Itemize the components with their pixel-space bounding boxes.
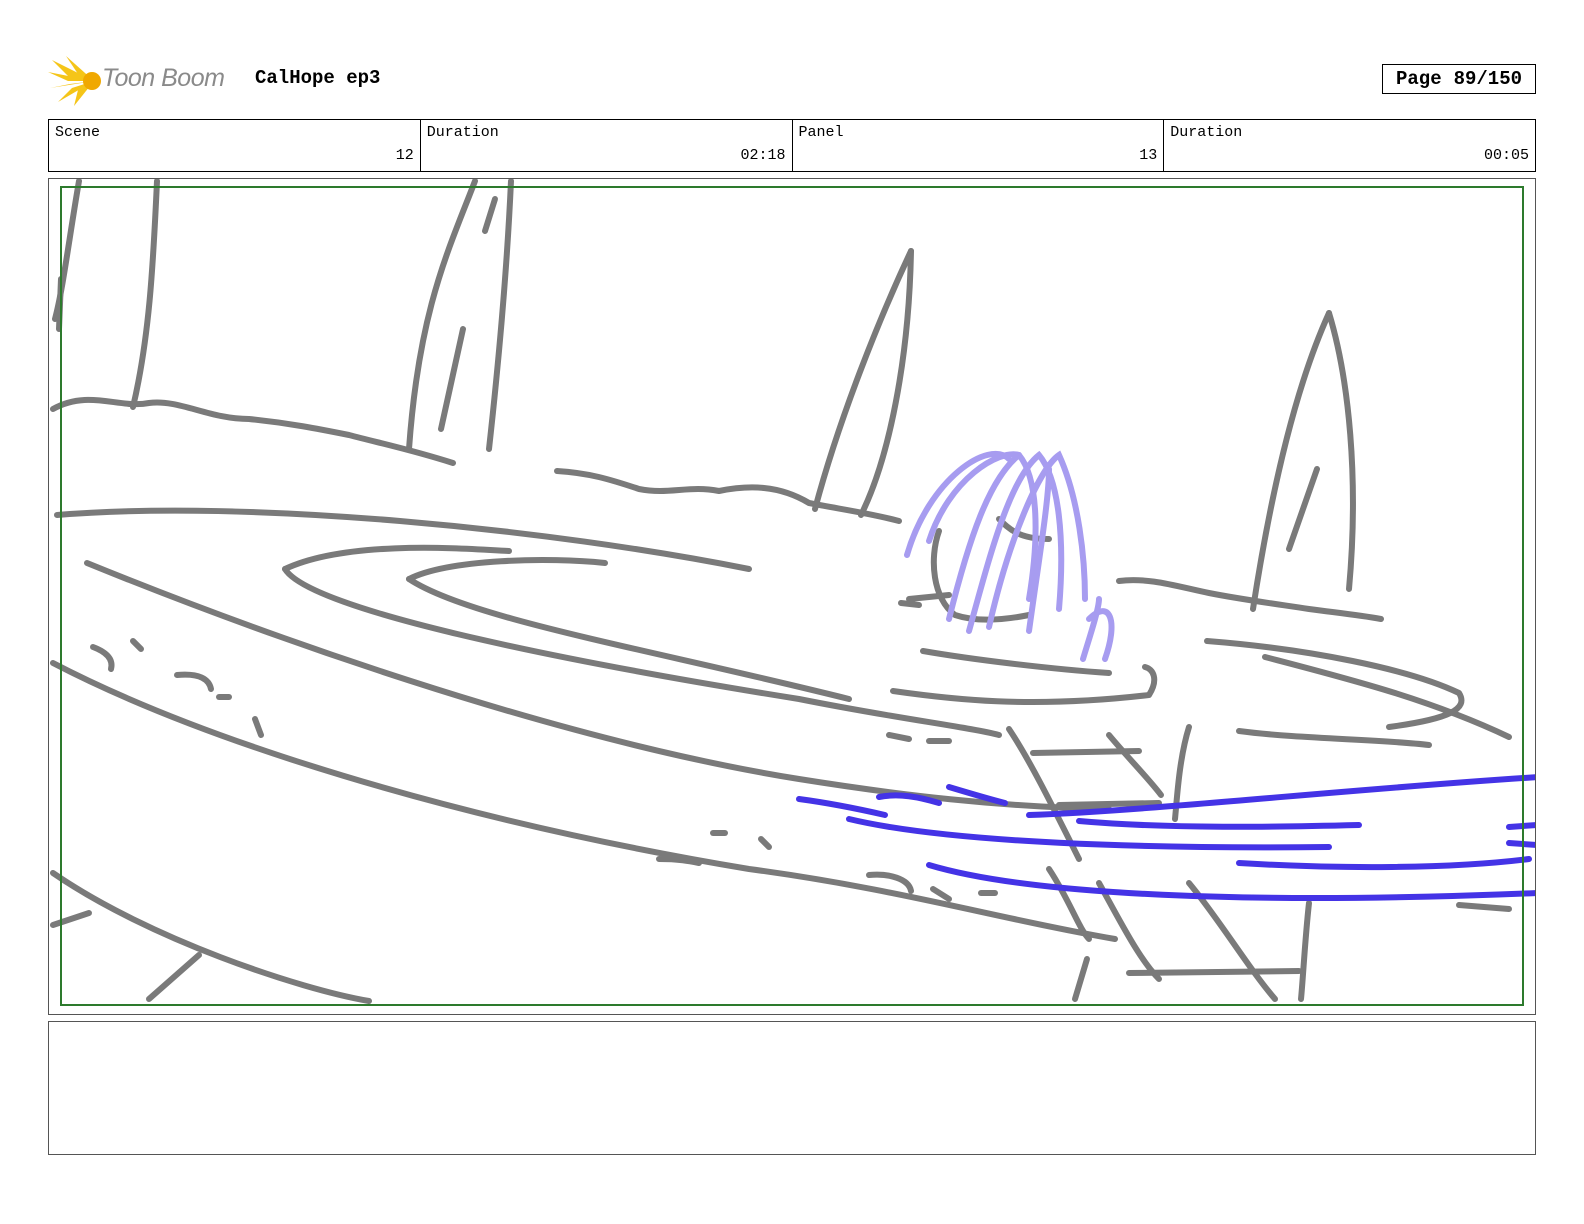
panel-label: Panel bbox=[798, 124, 844, 141]
starburst-icon bbox=[48, 56, 101, 106]
storyboard-header: Toon Boom CalHope ep3 Page 89/150 bbox=[48, 52, 1536, 108]
scene-label: Scene bbox=[55, 124, 101, 141]
panel-notes-box[interactable] bbox=[48, 1021, 1536, 1155]
storyboard-panel-image bbox=[48, 178, 1536, 1015]
panel-duration-value: 00:05 bbox=[1483, 147, 1529, 164]
panel-duration-label: Duration bbox=[1170, 124, 1243, 141]
blue-water-streaks bbox=[796, 774, 1535, 901]
project-title: CalHope ep3 bbox=[255, 67, 381, 89]
scene-duration-label: Duration bbox=[426, 124, 499, 141]
scene-duration-value: 02:18 bbox=[740, 147, 786, 164]
panel-info-table: Scene 12 Duration 02:18 Panel 13 Duratio… bbox=[48, 119, 1536, 172]
page-label: Page bbox=[1395, 68, 1442, 90]
page-number: 89/150 bbox=[1453, 68, 1523, 90]
panel-cell: Panel 13 bbox=[793, 120, 1165, 171]
toon-boom-logo: Toon Boom bbox=[48, 54, 240, 108]
scene-duration-cell: Duration 02:18 bbox=[421, 120, 793, 171]
scene-value: 12 bbox=[395, 147, 414, 164]
fountain-water-arcs bbox=[904, 450, 1115, 662]
page-indicator: Page 89/150 bbox=[1382, 64, 1536, 94]
scene-cell: Scene 12 bbox=[49, 120, 421, 171]
panel-duration-cell: Duration 00:05 bbox=[1164, 120, 1535, 171]
fountain-sketch-drawing bbox=[50, 179, 1535, 1004]
panel-value: 13 bbox=[1139, 147, 1158, 164]
gray-sketch-lines bbox=[50, 179, 1512, 1004]
logo-wordmark: Toon Boom bbox=[102, 64, 225, 92]
